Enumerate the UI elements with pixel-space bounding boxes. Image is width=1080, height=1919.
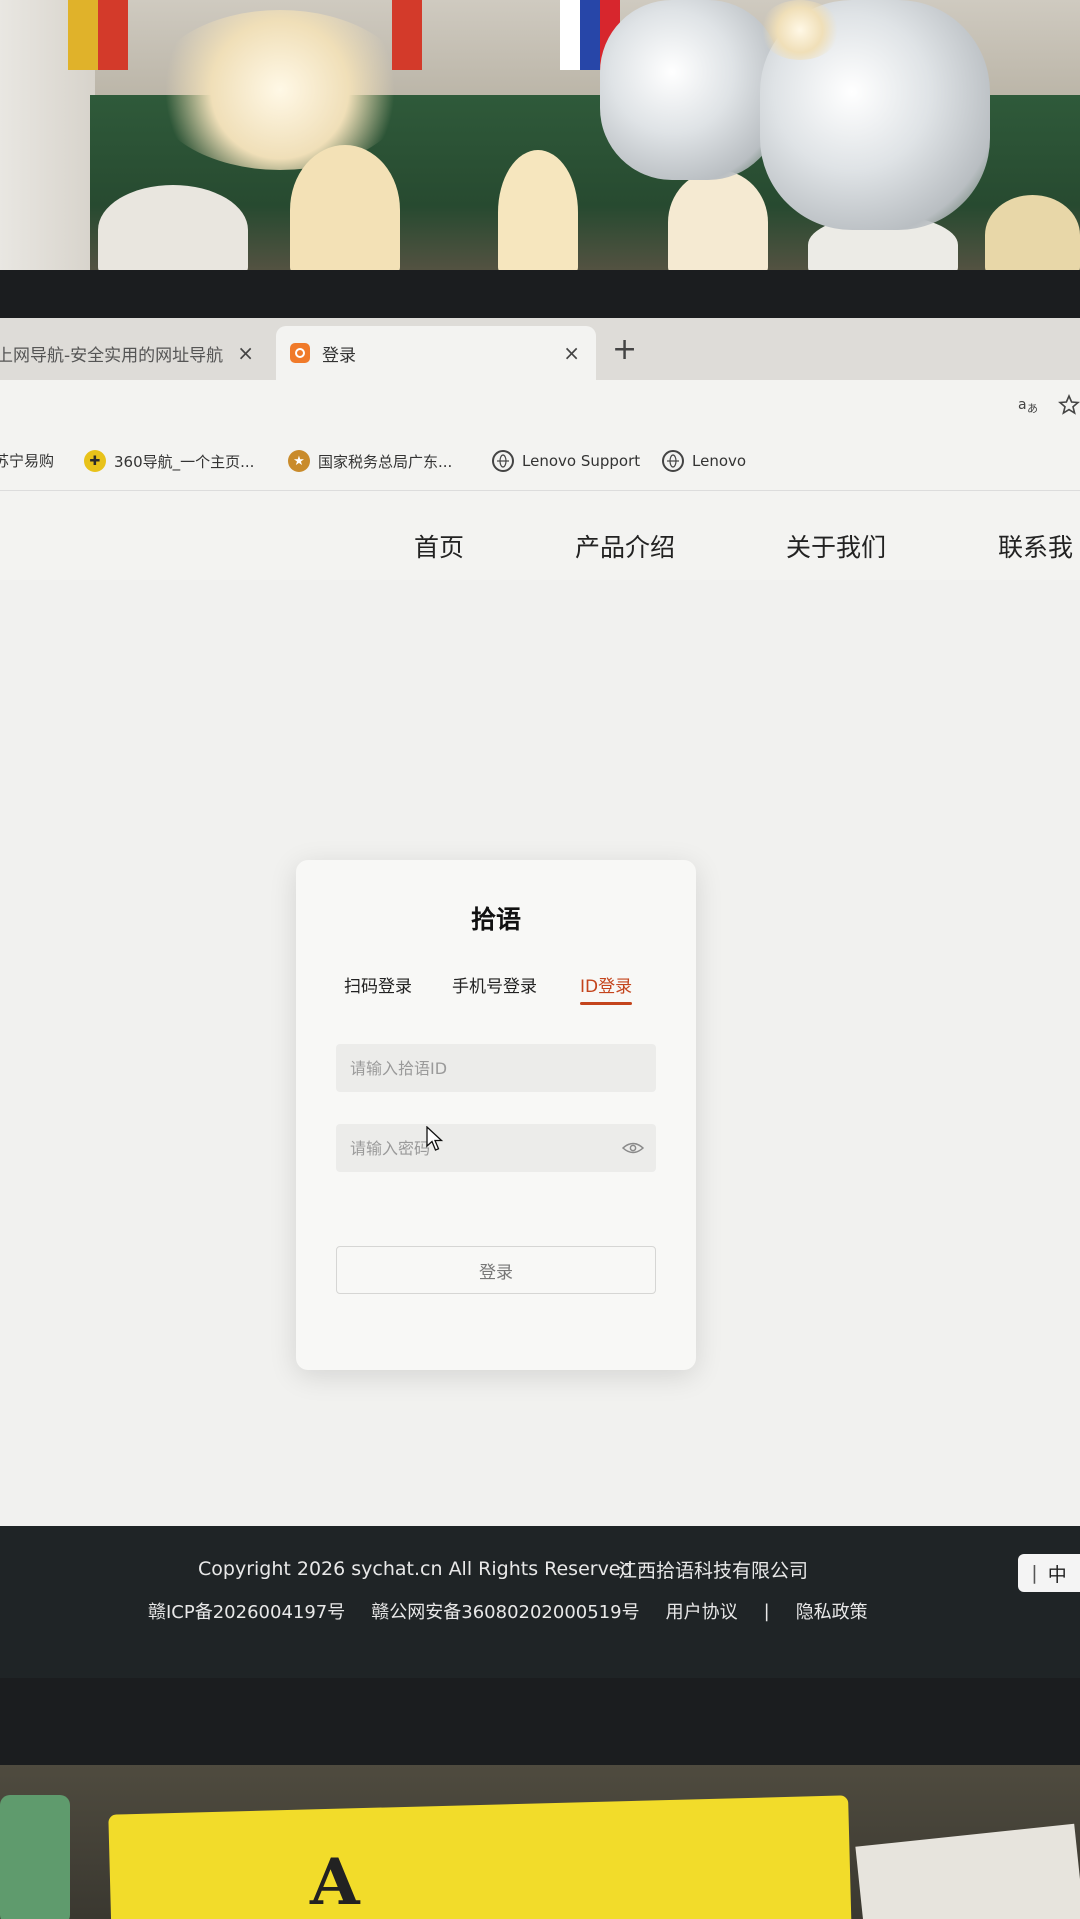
privacy-policy-link[interactable]: 隐私政策 <box>796 1598 868 1624</box>
bookmark-suning[interactable]: 苏宁易购 <box>0 450 54 471</box>
login-submit-button[interactable]: 登录 <box>336 1246 656 1294</box>
police-record-link[interactable]: 赣公网安备36080202000519号 <box>371 1598 639 1624</box>
copyright-text: Copyright 2026 sychat.cn All Rights Rese… <box>198 1558 633 1580</box>
user-agreement-link[interactable]: 用户协议 <box>666 1598 738 1624</box>
bookmark-label: 国家税务总局广东... <box>318 452 453 471</box>
bookmarks-bar: 苏宁易购 ✚ 360导航_一个主页... ★ 国家税务总局广东... Lenov… <box>0 434 1080 491</box>
site-footer: Copyright 2026 sychat.cn All Rights Rese… <box>0 1526 1080 1678</box>
bookmark-label: 苏宁易购 <box>0 452 55 470</box>
bookmark-360[interactable]: ✚ 360导航_一个主页... <box>84 450 254 472</box>
tab-navigation[interactable]: 上网导航-安全实用的网址导航 × <box>0 326 270 380</box>
globe-icon <box>662 450 684 472</box>
background-lamp <box>985 195 1080 275</box>
background-chandelier <box>150 10 410 170</box>
background-lamp <box>98 185 248 275</box>
svg-text:あ: あ <box>1027 402 1038 414</box>
address-bar-actions: aあ <box>1018 393 1080 421</box>
nav-home[interactable]: 首页 <box>414 528 464 564</box>
site-navigation: 首页 产品介绍 关于我们 联系我 <box>0 490 1080 580</box>
bookmark-label: Lenovo <box>692 452 747 470</box>
background-flag <box>68 0 98 70</box>
background-flag <box>580 0 600 70</box>
password-field[interactable] <box>336 1124 656 1172</box>
show-password-eye-icon[interactable] <box>622 1141 644 1155</box>
bookmark-lenovo[interactable]: Lenovo <box>662 450 746 472</box>
bookmark-lenovo-support[interactable]: Lenovo Support <box>492 450 640 472</box>
read-aloud-icon[interactable]: aあ <box>1018 394 1040 421</box>
background-flag <box>98 0 128 70</box>
background-crystal <box>600 0 780 180</box>
id-field[interactable] <box>336 1044 656 1092</box>
login-method-tabs: 扫码登录 手机号登录 ID登录 <box>336 972 656 1012</box>
globe-icon <box>492 450 514 472</box>
close-tab-icon[interactable]: × <box>563 341 580 365</box>
language-switch[interactable]: | 中 <box>1018 1554 1080 1592</box>
favorite-star-icon[interactable] <box>1058 393 1080 421</box>
icp-record-link[interactable]: 赣ICP备2026004197号 <box>148 1598 345 1624</box>
background-lamp <box>498 150 578 275</box>
browser-tab-bar: 上网导航-安全实用的网址导航 × 登录 × + <box>0 318 1080 380</box>
bookmark-tax-bureau[interactable]: ★ 国家税务总局广东... <box>288 450 452 472</box>
package-logo: A <box>310 1845 360 1919</box>
tab-id-login[interactable]: ID登录 <box>580 972 633 1005</box>
screen: 上网导航-安全实用的网址导航 × 登录 × + aあ 苏宁易购 ✚ 360导航_… <box>0 318 1080 1678</box>
background-lamp <box>290 145 400 275</box>
background-desk: A <box>0 1765 1080 1919</box>
tab-qr-login[interactable]: 扫码登录 <box>344 972 412 997</box>
background-package <box>108 1795 852 1919</box>
tab-login[interactable]: 登录 × <box>276 326 596 380</box>
tab-label: 登录 <box>322 345 356 366</box>
bookmark-label: 360导航_一个主页... <box>114 452 255 471</box>
footer-separator: | <box>763 1600 770 1622</box>
background-lamp <box>668 170 768 275</box>
login-title: 拾语 <box>470 905 521 934</box>
background-flag <box>560 0 580 70</box>
nav-contact[interactable]: 联系我 <box>998 528 1073 564</box>
language-switch-divider: | <box>1031 1562 1038 1584</box>
id-input[interactable] <box>348 1057 644 1079</box>
language-label: 中 <box>1047 1563 1067 1586</box>
new-tab-button[interactable]: + <box>612 332 637 367</box>
tab-phone-login[interactable]: 手机号登录 <box>452 972 537 997</box>
background-bottle <box>0 1795 70 1919</box>
tab-label: 上网导航-安全实用的网址导航 <box>0 345 224 366</box>
site-favicon-icon <box>290 343 310 363</box>
footer-links: 赣ICP备2026004197号 赣公网安备36080202000519号 用户… <box>148 1598 868 1624</box>
360-nav-icon: ✚ <box>84 450 106 472</box>
address-bar: aあ <box>0 380 1080 434</box>
background-bag <box>855 1823 1080 1919</box>
company-name: 江西拾语科技有限公司 <box>618 1560 809 1582</box>
bookmark-label: Lenovo Support <box>522 452 641 470</box>
background-room <box>0 0 1080 280</box>
svg-text:a: a <box>1018 397 1027 413</box>
background-light <box>760 0 840 60</box>
close-tab-icon[interactable]: × <box>237 341 254 365</box>
nav-about[interactable]: 关于我们 <box>786 528 886 564</box>
mouse-cursor-icon <box>426 1126 444 1151</box>
nav-products[interactable]: 产品介绍 <box>575 528 675 564</box>
tax-bureau-icon: ★ <box>288 450 310 472</box>
login-card: 拾语 扫码登录 手机号登录 ID登录 登录 <box>296 860 696 1370</box>
password-input[interactable] <box>348 1137 622 1159</box>
